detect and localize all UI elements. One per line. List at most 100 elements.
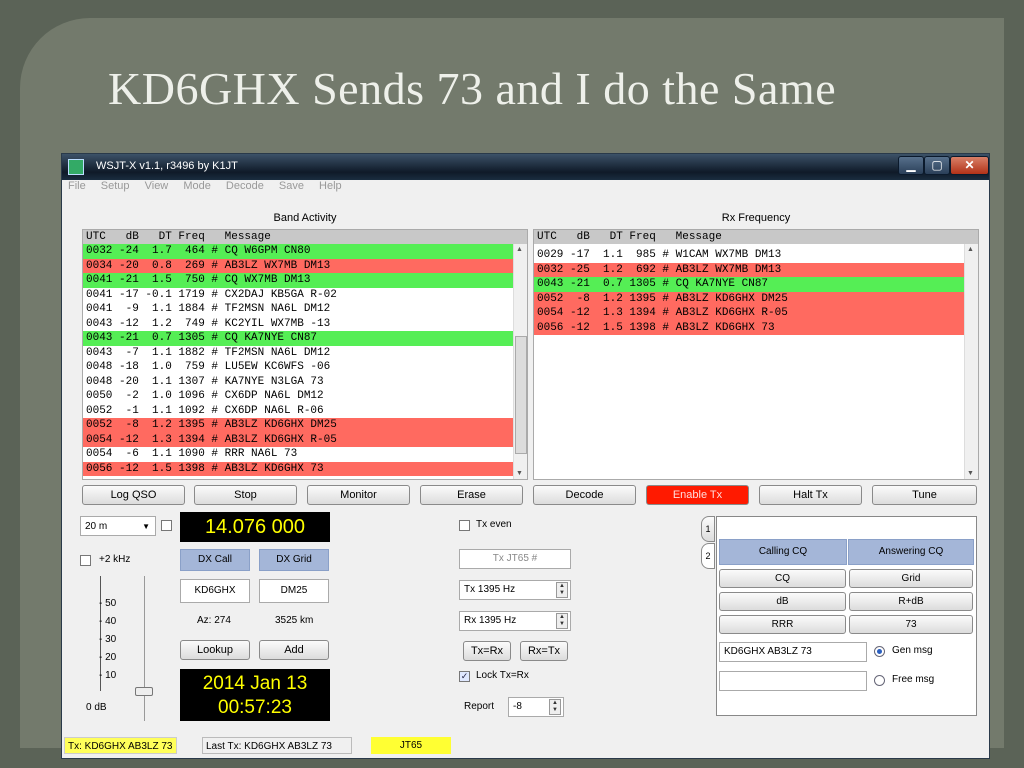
decode-line[interactable]: 0043 -12 1.2 749 # KC2YIL WX7MB -13	[83, 317, 513, 332]
decode-line[interactable]: 0041 -17 -0.1 1719 # CX2DAJ KB5GA R-02	[83, 288, 513, 303]
free-msg-field[interactable]	[719, 671, 867, 691]
enable-tx-button[interactable]: Enable Tx	[646, 485, 749, 505]
grid-button[interactable]: Grid	[849, 569, 973, 588]
log-qso-button[interactable]: Log QSO	[82, 485, 185, 505]
dx-call-field[interactable]: KD6GHX	[180, 579, 250, 603]
rrr-button[interactable]: RRR	[719, 615, 846, 634]
erase-button[interactable]: Erase	[420, 485, 523, 505]
band-activity-pane[interactable]: UTC dB DT Freq Message 0032 -24 1.7 464 …	[82, 229, 528, 480]
decode-line[interactable]: 0054 -12 1.3 1394 # AB3LZ KD6GHX R-05	[534, 306, 964, 321]
calling-cq-button[interactable]: Calling CQ	[719, 539, 847, 565]
menu-view[interactable]: View	[145, 180, 169, 192]
decode-line[interactable]: 0054 -12 1.3 1394 # AB3LZ KD6GHX R-05	[83, 432, 513, 447]
menu-help[interactable]: Help	[319, 180, 342, 192]
spin-arrows-icon[interactable]: ▲ ▼	[556, 582, 568, 598]
time-text: 00:57:23	[218, 697, 292, 718]
tab-2[interactable]: 2	[701, 543, 715, 569]
seventy-three-button[interactable]: 73	[849, 615, 973, 634]
decode-line[interactable]: 0048 -20 1.1 1307 # KA7NYE N3LGA 73	[83, 375, 513, 390]
menu-setup[interactable]: Setup	[101, 180, 130, 192]
cq-button[interactable]: CQ	[719, 569, 846, 588]
decode-line[interactable]: 0050 -2 1.0 1096 # CX6DP NA6L DM12	[83, 389, 513, 404]
decode-line[interactable]: 0056 -12 1.5 1398 # AB3LZ KD6GHX 73	[83, 461, 513, 476]
monitor-button[interactable]: Monitor	[307, 485, 410, 505]
decode-line[interactable]: 0032 -25 1.2 692 # AB3LZ WX7MB DM13	[534, 262, 964, 277]
decode-line[interactable]: 0041 -9 1.1 1884 # TF2MSN NA6L DM12	[83, 302, 513, 317]
halt-tx-button[interactable]: Halt Tx	[759, 485, 862, 505]
add-button[interactable]: Add	[259, 640, 329, 660]
decode-line[interactable]: 0052 -8 1.2 1395 # AB3LZ KD6GHX DM25	[534, 291, 964, 306]
date-text: 2014 Jan 13	[202, 673, 308, 694]
date-time-display: 2014 Jan 13 00:57:23	[180, 669, 330, 721]
tx-jt65-field[interactable]: Tx JT65 #	[459, 549, 571, 569]
spin-arrows-icon[interactable]: ▲ ▼	[556, 613, 568, 629]
scroll-up-icon[interactable]: ▲	[516, 246, 523, 253]
status-bar: Tx: KD6GHX AB3LZ 73 Last Tx: KD6GHX AB3L…	[62, 735, 989, 758]
close-button[interactable]: ✕	[950, 156, 989, 175]
band-select[interactable]: 20 m ▼	[80, 516, 156, 536]
decode-line[interactable]: 0043 -7 1.1 1882 # TF2MSN NA6L DM12	[83, 346, 513, 361]
meter-zero-label: 0 dB	[86, 702, 107, 713]
lookup-button[interactable]: Lookup	[180, 640, 250, 660]
rx-freq-spinbox[interactable]: Rx 1395 Hz ▲ ▼	[459, 611, 571, 631]
tune-button[interactable]: Tune	[872, 485, 977, 505]
dx-grid-button[interactable]: DX Grid	[259, 549, 329, 571]
dx-grid-field[interactable]: DM25	[259, 579, 329, 603]
band-checkbox[interactable]	[161, 520, 172, 531]
tab-1[interactable]: 1	[701, 516, 715, 542]
maximize-button[interactable]: ▢	[924, 156, 950, 175]
tx-even-label: Tx even	[476, 519, 512, 530]
plus2khz-checkbox[interactable]	[80, 555, 91, 566]
dx-call-button[interactable]: DX Call	[180, 549, 250, 571]
distance-label: 3525 km	[275, 615, 314, 626]
rx-frequency-heading: Rx Frequency	[721, 212, 791, 224]
tx-status: Tx: KD6GHX AB3LZ 73	[64, 737, 177, 754]
decode-line[interactable]: 0032 -24 1.7 464 # CQ W6GPM CN80	[83, 244, 513, 259]
free-msg-radio[interactable]	[874, 675, 885, 686]
scroll-up-icon[interactable]: ▲	[967, 246, 974, 253]
decode-line[interactable]: 0056 -12 1.5 1398 # AB3LZ KD6GHX 73	[534, 320, 964, 335]
decode-line[interactable]: 0052 -1 1.1 1092 # CX6DP NA6L R-06	[83, 404, 513, 419]
menu-save[interactable]: Save	[279, 180, 304, 192]
scroll-thumb[interactable]	[515, 336, 527, 454]
minimize-button[interactable]: ▁	[898, 156, 924, 175]
report-spinbox[interactable]: -8 ▲ ▼	[508, 697, 564, 717]
chevron-down-icon: ▼	[142, 522, 150, 531]
rx-frequency-scrollbar[interactable]: ▲ ▼	[964, 244, 978, 479]
rx-frequency-pane[interactable]: UTC dB DT Freq Message 0029 -17 1.1 985 …	[533, 229, 979, 480]
band-activity-list: 0032 -24 1.7 464 # CQ W6GPM CN80 0034 -20…	[83, 244, 527, 476]
band-activity-scrollbar[interactable]: ▲ ▼	[513, 244, 527, 479]
gen-msg-radio[interactable]	[874, 646, 885, 657]
menu-decode[interactable]: Decode	[226, 180, 264, 192]
r-plus-db-button[interactable]: R+dB	[849, 592, 973, 611]
decode-line[interactable]: 0034 -20 0.8 269 # AB3LZ WX7MB DM13	[83, 258, 513, 273]
app-icon	[68, 159, 84, 175]
decode-line[interactable]: 0043 -21 0.7 1305 # CQ KA7NYE CN87	[534, 277, 964, 292]
decode-line[interactable]: 0054 -6 1.1 1090 # RRR NA6L 73	[83, 447, 513, 462]
decode-line[interactable]: 0052 -8 1.2 1395 # AB3LZ KD6GHX DM25	[83, 418, 513, 433]
tx-equals-rx-button[interactable]: Tx=Rx	[463, 641, 511, 661]
decode-button[interactable]: Decode	[533, 485, 636, 505]
scroll-down-icon[interactable]: ▼	[516, 470, 523, 477]
lock-tx-rx-checkbox[interactable]: ✓	[459, 671, 470, 682]
band-activity-heading: Band Activity	[273, 212, 337, 224]
scroll-down-icon[interactable]: ▼	[967, 470, 974, 477]
rx-frequency-column-header: UTC dB DT Freq Message	[534, 230, 978, 244]
answering-cq-button[interactable]: Answering CQ	[848, 539, 974, 565]
db-button[interactable]: dB	[719, 592, 846, 611]
stop-button[interactable]: Stop	[194, 485, 297, 505]
decode-line[interactable]: 0041 -21 1.5 750 # CQ WX7MB DM13	[83, 273, 513, 288]
gen-msg-field[interactable]: KD6GHX AB3LZ 73	[719, 642, 867, 662]
menu-file[interactable]: File	[68, 180, 86, 192]
title-bar: WSJT-X v1.1, r3496 by K1JT ▁ ▢ ✕	[62, 154, 989, 180]
spin-arrows-icon[interactable]: ▲ ▼	[549, 699, 561, 715]
band-activity-column-header: UTC dB DT Freq Message	[83, 230, 527, 244]
decode-line[interactable]: 0043 -21 0.7 1305 # CQ KA7NYE CN87	[83, 331, 513, 346]
rx-equals-tx-button[interactable]: Rx=Tx	[520, 641, 568, 661]
decode-line[interactable]: 0029 -17 1.1 985 # W1CAM WX7MB DM13	[534, 248, 964, 263]
tx-freq-spinbox[interactable]: Tx 1395 Hz ▲ ▼	[459, 580, 571, 600]
menu-mode[interactable]: Mode	[183, 180, 211, 192]
meter-slider-handle[interactable]	[135, 687, 153, 696]
decode-line[interactable]: 0048 -18 1.0 759 # LU5EW KC6WFS -06	[83, 360, 513, 375]
tx-even-checkbox[interactable]	[459, 520, 470, 531]
